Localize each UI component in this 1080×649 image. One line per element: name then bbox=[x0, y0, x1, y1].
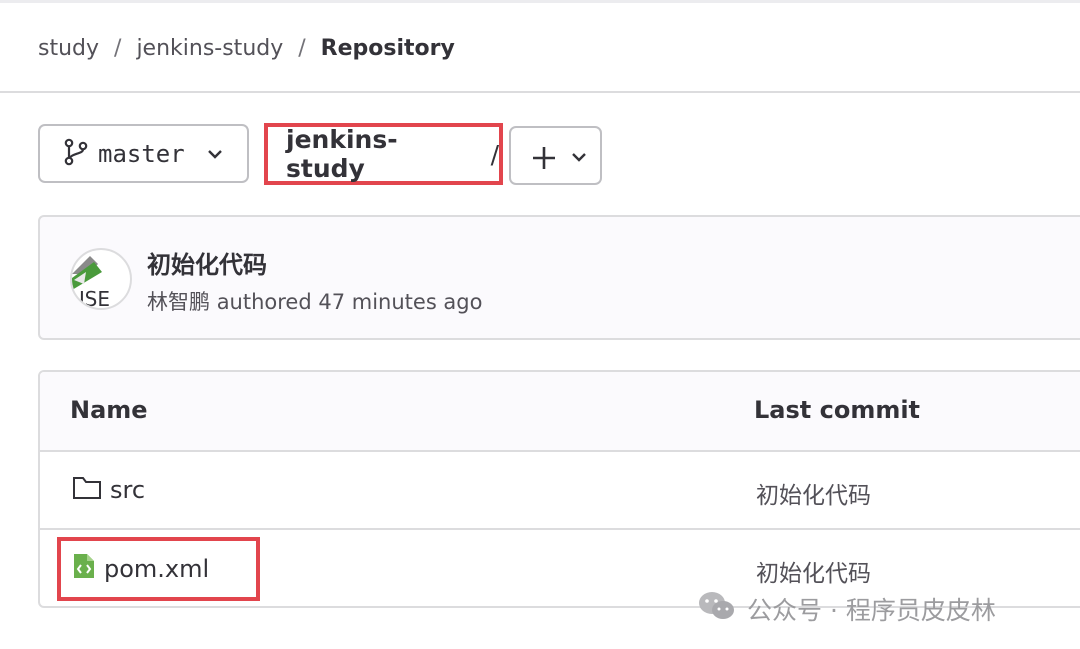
file-name-cell: src bbox=[72, 474, 145, 506]
watermark-text: 公众号 · 程序员皮皮林 bbox=[747, 596, 996, 625]
commit-meta: 林智鹏 authored 47 minutes ago bbox=[147, 286, 482, 316]
repository-path: jenkins-study / bbox=[264, 123, 503, 185]
add-to-tree-button[interactable] bbox=[509, 126, 602, 185]
folder-icon bbox=[72, 474, 102, 506]
column-header-last-commit: Last commit bbox=[754, 396, 921, 424]
table-header: Name Last commit bbox=[40, 372, 1080, 452]
path-separator: / bbox=[490, 139, 499, 169]
branch-name: master bbox=[98, 139, 185, 168]
path-root-link[interactable]: jenkins-study bbox=[286, 125, 476, 183]
breadcrumb: study / jenkins-study / Repository bbox=[38, 34, 455, 62]
header-divider bbox=[0, 91, 1080, 93]
highlight-box bbox=[57, 537, 260, 601]
breadcrumb-separator: / bbox=[114, 35, 122, 61]
file-last-commit[interactable]: 初始化代码 bbox=[756, 476, 871, 510]
file-name[interactable]: src bbox=[110, 476, 145, 504]
watermark: 公众号 · 程序员皮皮林 bbox=[697, 589, 996, 629]
avatar-text: USE bbox=[72, 287, 110, 308]
breadcrumb-item-study[interactable]: study bbox=[38, 36, 99, 61]
plus-icon bbox=[533, 147, 555, 169]
avatar[interactable]: USE bbox=[70, 248, 132, 310]
file-last-commit[interactable]: 初始化代码 bbox=[756, 554, 871, 588]
breadcrumb-item-project[interactable]: jenkins-study bbox=[136, 36, 283, 61]
breadcrumb-current: Repository bbox=[320, 35, 455, 61]
chevron-down-icon bbox=[572, 153, 586, 162]
top-rule bbox=[0, 0, 1080, 3]
commit-author[interactable]: 林智鹏 bbox=[147, 290, 210, 314]
last-commit-card: USE 初始化代码 林智鹏 authored 47 minutes ago bbox=[38, 215, 1080, 340]
wechat-icon bbox=[697, 589, 737, 629]
chevron-down-icon bbox=[207, 146, 223, 166]
commit-title[interactable]: 初始化代码 bbox=[147, 245, 267, 280]
breadcrumb-separator: / bbox=[298, 35, 306, 61]
git-branch-icon bbox=[64, 138, 88, 170]
commit-time: authored 47 minutes ago bbox=[216, 290, 483, 314]
table-row[interactable]: src 初始化代码 bbox=[40, 452, 1080, 530]
branch-selector[interactable]: master bbox=[38, 124, 249, 183]
column-header-name: Name bbox=[70, 396, 148, 424]
